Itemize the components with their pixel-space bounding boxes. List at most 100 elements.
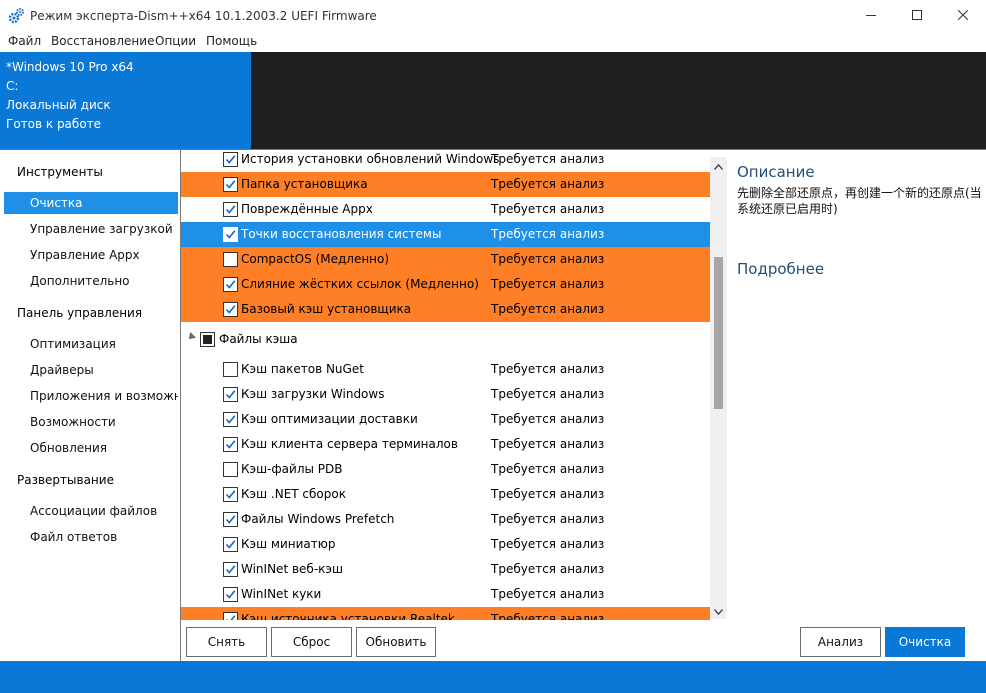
list-item[interactable]: Базовый кэш установщика Требуется анализ	[181, 297, 710, 322]
list-item[interactable]: Папка установщика Требуется анализ	[181, 172, 710, 197]
checkbox-checked[interactable]	[223, 512, 238, 527]
nav-group-tools: Инструменты	[17, 165, 103, 179]
list-item[interactable]: Кэш-файлы PDB Требуется анализ	[181, 457, 710, 482]
list-item-name: Повреждённые Appx	[241, 202, 373, 216]
scroll-thumb[interactable]	[714, 257, 723, 409]
sidebar-item-drivers[interactable]: Драйверы	[4, 359, 178, 381]
sidebar-item-cleanup[interactable]: Очистка	[4, 192, 178, 214]
group-checkbox-partial[interactable]	[200, 332, 215, 347]
list-item[interactable]: Кэш источника установки Realtek Требуется…	[181, 607, 710, 620]
list-item-status: Требуется анализ	[491, 227, 605, 241]
list-item[interactable]: История установки обновлений Windows Треб…	[181, 150, 710, 172]
list-item[interactable]: Повреждённые Appx Требуется анализ	[181, 197, 710, 222]
refresh-button[interactable]: Обновить	[356, 627, 436, 657]
more-info-link[interactable]: Подробнее	[737, 260, 824, 278]
list-item-status: Требуется анализ	[491, 587, 605, 601]
remove-button[interactable]: Снять	[186, 627, 267, 657]
list-item[interactable]: Точки восстановления системы Требуется ан…	[181, 222, 710, 247]
header-dark-area	[251, 52, 986, 149]
sidebar-item-optimization[interactable]: Оптимизация	[4, 333, 178, 355]
status-label: Готов к работе	[6, 117, 102, 131]
list-scrollbar[interactable]	[710, 157, 727, 619]
checkbox-checked[interactable]	[223, 227, 238, 242]
checkbox-checked[interactable]	[223, 612, 238, 620]
list-item-name: Кэш .NET сборок	[241, 487, 346, 501]
sidebar-item-answer-file[interactable]: Файл ответов	[4, 526, 178, 548]
clean-button[interactable]: Очистка	[885, 627, 965, 657]
menu-bar: Файл Восстановление Опции Помощь	[0, 32, 986, 52]
list-item-status: Требуется анализ	[491, 277, 605, 291]
close-button[interactable]	[940, 0, 986, 32]
checkbox-checked[interactable]	[223, 387, 238, 402]
checkmark-icon	[225, 305, 236, 314]
list-item[interactable]: Кэш пакетов NuGet Требуется анализ	[181, 357, 710, 382]
menu-file[interactable]: Файл	[8, 34, 41, 48]
checkbox-checked[interactable]	[223, 202, 238, 217]
list-item-status: Требуется анализ	[491, 462, 605, 476]
sidebar-item-apps[interactable]: Приложения и возможнос	[4, 385, 178, 407]
list-item[interactable]: Кэш клиента сервера терминалов Требуется …	[181, 432, 710, 457]
list-item[interactable]: Слияние жёстких ссылок (Медленно) Требует…	[181, 272, 710, 297]
scroll-up-button[interactable]	[710, 157, 727, 174]
list-item-status: Требуется анализ	[491, 362, 605, 376]
list-item[interactable]: Кэш загрузки Windows Требуется анализ	[181, 382, 710, 407]
sidebar-item-updates[interactable]: Обновления	[4, 437, 178, 459]
drive-label: C:	[6, 79, 19, 93]
list-item-status: Требуется анализ	[491, 177, 605, 191]
image-info-panel[interactable]: *Windows 10 Pro x64 C: Локальный диск Го…	[0, 52, 251, 149]
menu-help[interactable]: Помощь	[206, 34, 257, 48]
list-item[interactable]: Файлы Windows Prefetch Требуется анализ	[181, 507, 710, 532]
list-item-name: Папка установщика	[241, 177, 368, 191]
checkbox-checked[interactable]	[223, 412, 238, 427]
checkbox-checked[interactable]	[223, 277, 238, 292]
checkmark-icon	[225, 390, 236, 399]
scroll-down-button[interactable]	[710, 602, 727, 619]
list-item[interactable]: CompactOS (Медленно) Требуется анализ	[181, 247, 710, 272]
list-item-status: Требуется анализ	[491, 437, 605, 451]
checkbox[interactable]	[223, 252, 238, 267]
disk-label: Локальный диск	[6, 98, 111, 112]
checkbox-checked[interactable]	[223, 302, 238, 317]
list-item-name: CompactOS (Медленно)	[241, 252, 390, 266]
list-item-name: Базовый кэш установщика	[241, 302, 412, 316]
sidebar-item-advanced[interactable]: Дополнительно	[4, 270, 178, 292]
sidebar-item-appx[interactable]: Управление Appx	[4, 244, 178, 266]
checkbox-checked[interactable]	[223, 562, 238, 577]
checkbox-checked[interactable]	[223, 437, 238, 452]
checkbox-checked[interactable]	[223, 177, 238, 192]
minimize-button[interactable]	[848, 0, 894, 32]
cleanup-list[interactable]: История установки обновлений Windows Треб…	[181, 149, 729, 620]
sidebar-item-file-assoc[interactable]: Ассоциации файлов	[4, 500, 178, 522]
checkmark-icon	[225, 280, 236, 289]
checkbox[interactable]	[223, 462, 238, 477]
list-item[interactable]: Кэш оптимизации доставки Требуется анализ	[181, 407, 710, 432]
menu-options[interactable]: Опции	[155, 34, 196, 48]
window-title: Режим эксперта-Dism++x64 10.1.2003.2 UEF…	[30, 9, 377, 23]
analyze-button[interactable]: Анализ	[800, 627, 881, 657]
collapse-arrow-icon[interactable]	[186, 332, 196, 342]
checkbox[interactable]	[223, 362, 238, 377]
gears-icon	[8, 8, 24, 24]
title-bar: Режим эксперта-Dism++x64 10.1.2003.2 UEF…	[0, 0, 986, 32]
maximize-button[interactable]	[894, 0, 940, 32]
menu-restore[interactable]: Восстановление	[51, 34, 154, 48]
sidebar-item-features[interactable]: Возможности	[4, 411, 178, 433]
list-item-status: Требуется анализ	[491, 202, 605, 216]
checkmark-icon	[225, 415, 236, 424]
checkbox-checked[interactable]	[223, 152, 238, 167]
group-cache-files[interactable]: Файлы кэша	[181, 327, 710, 352]
checkbox-checked[interactable]	[223, 537, 238, 552]
sidebar-item-boot[interactable]: Управление загрузкой	[4, 218, 178, 240]
checkmark-icon	[225, 540, 236, 549]
list-item[interactable]: WinINet куки Требуется анализ	[181, 582, 710, 607]
checkmark-icon	[225, 205, 236, 214]
checkbox-checked[interactable]	[223, 487, 238, 502]
list-item[interactable]: Кэш .NET сборок Требуется анализ	[181, 482, 710, 507]
list-item[interactable]: Кэш миниатюр Требуется анализ	[181, 532, 710, 557]
reset-button[interactable]: Сброс	[271, 627, 352, 657]
list-item[interactable]: WinINet веб-кэш Требуется анализ	[181, 557, 710, 582]
list-item-name: Файлы Windows Prefetch	[241, 512, 395, 526]
list-item-name: Кэш оптимизации доставки	[241, 412, 418, 426]
checkmark-icon	[225, 490, 236, 499]
checkbox-checked[interactable]	[223, 587, 238, 602]
